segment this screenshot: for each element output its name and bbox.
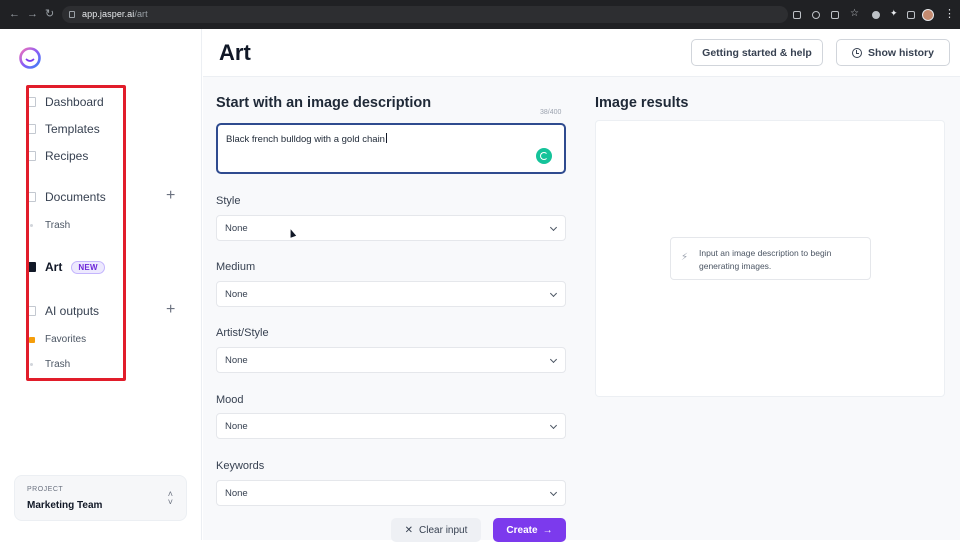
artist-style-label: Artist/Style (216, 327, 269, 339)
sidebar-item-label: AI outputs (45, 304, 100, 318)
sidebar-item-label: Dashboard (45, 95, 104, 109)
chevron-down-icon (549, 223, 558, 232)
clock-icon (852, 47, 863, 58)
arrow-right-icon: → (542, 524, 553, 536)
sidepanel-icon[interactable] (907, 11, 915, 19)
sidebar-item-art[interactable]: Art NEW (28, 260, 105, 274)
sidebar-item-outputs-trash[interactable]: Trash (28, 359, 70, 370)
image-icon (28, 262, 36, 272)
style-select[interactable]: None (216, 215, 566, 241)
sidebar-item-ai-outputs[interactable]: AI outputs (28, 304, 99, 318)
history-button-label: Show history (868, 46, 934, 59)
select-value: None (225, 421, 248, 432)
reload-icon[interactable]: ↻ (45, 8, 54, 20)
chevron-down-icon (549, 289, 558, 298)
sidebar-item-dashboard[interactable]: Dashboard (28, 95, 104, 109)
project-label: PROJECT (27, 486, 64, 493)
dot-icon (28, 222, 36, 230)
style-label: Style (216, 195, 241, 207)
main-content: Art Getting started & help Show history … (203, 29, 960, 542)
getting-started-help-button[interactable]: Getting started & help (691, 39, 823, 66)
show-history-button[interactable]: Show history (836, 39, 950, 66)
description-text: Black french bulldog with a gold chain (226, 133, 387, 145)
chevron-down-icon (549, 488, 558, 497)
zoom-icon[interactable] (812, 11, 820, 19)
sidebar-item-label: Documents (45, 190, 106, 204)
image-description-input[interactable]: Black french bulldog with a gold chain (216, 123, 566, 174)
arrow-left-icon[interactable]: ← (9, 8, 20, 20)
page-title: Art (219, 40, 251, 65)
create-button-label: Create (506, 524, 538, 536)
sidebar-item-label: Templates (45, 122, 100, 136)
character-counter: 38/400 (540, 109, 562, 116)
share-icon[interactable] (831, 11, 839, 19)
install-icon[interactable] (793, 11, 801, 19)
dot-icon (28, 361, 36, 369)
document-icon (28, 306, 36, 316)
sidebar-item-documents-trash[interactable]: Trash (28, 220, 70, 231)
sidebar-item-label: Recipes (45, 149, 89, 163)
document-icon (28, 192, 36, 202)
medium-label: Medium (216, 261, 256, 273)
profile-avatar[interactable] (922, 9, 934, 21)
grammarly-icon[interactable] (536, 148, 552, 164)
address-bar[interactable]: app.jasper.ai/art (62, 6, 788, 23)
sidebar-item-label: Favorites (45, 334, 87, 345)
select-value: None (225, 488, 248, 499)
sidebar-item-label: Trash (45, 359, 71, 370)
project-name: Marketing Team (27, 500, 103, 511)
clear-button-label: Clear input (419, 524, 468, 536)
bookmark-star-icon[interactable]: ☆ (850, 8, 859, 19)
sidebar-item-label: Trash (45, 220, 71, 231)
help-button-label: Getting started & help (702, 46, 812, 59)
arrow-right-icon[interactable]: → (27, 8, 38, 20)
sidebar-item-templates[interactable]: Templates (28, 122, 100, 136)
chevron-down-icon (549, 355, 558, 364)
clear-input-button[interactable]: ✕ Clear input (391, 518, 481, 542)
medium-select[interactable]: None (216, 281, 566, 307)
add-document-button[interactable]: + (166, 188, 175, 204)
browser-toolbar: ← → ↻ app.jasper.ai/art ☆ ✦ ⋮ (0, 0, 960, 29)
image-results-panel: ⚡ Input an image description to begin ge… (595, 120, 945, 397)
form-heading: Start with an image description (216, 95, 432, 111)
browser-menu-icon[interactable]: ⋮ (944, 8, 955, 20)
hint-text: Input an image description to begin gene… (699, 248, 832, 271)
jasper-logo[interactable] (18, 47, 42, 69)
extension-icon[interactable] (872, 11, 880, 19)
sidebar: Dashboard Templates Recipes Documents + … (0, 29, 202, 540)
url-text: app.jasper.ai/art (82, 9, 148, 19)
chevron-down-icon (549, 421, 558, 430)
image-results-heading: Image results (595, 95, 689, 111)
home-icon (28, 97, 36, 107)
sidebar-item-label: Art (45, 260, 63, 274)
sidebar-item-favorites[interactable]: Favorites (28, 334, 86, 345)
book-icon (28, 151, 36, 161)
create-button[interactable]: Create → (493, 518, 566, 542)
chevron-updown-icon: ˄ ˅ (167, 489, 173, 507)
empty-state-hint: ⚡ Input an image description to begin ge… (670, 237, 871, 280)
artist-style-select[interactable]: None (216, 347, 566, 373)
lock-icon (69, 11, 75, 18)
select-value: None (225, 223, 248, 234)
sidebar-item-recipes[interactable]: Recipes (28, 149, 88, 163)
close-icon: ✕ (404, 524, 414, 536)
keywords-select[interactable]: None (216, 480, 566, 506)
select-value: None (225, 289, 248, 300)
sidebar-item-documents[interactable]: Documents (28, 190, 106, 204)
puzzle-icon[interactable]: ✦ (890, 8, 898, 18)
grid-icon (28, 124, 36, 134)
new-badge: NEW (71, 260, 105, 274)
mood-select[interactable]: None (216, 413, 566, 439)
star-icon (29, 336, 35, 343)
mood-label: Mood (216, 394, 244, 406)
project-switcher[interactable]: PROJECT Marketing Team ˄ ˅ (14, 475, 187, 521)
add-output-button[interactable]: + (166, 302, 175, 318)
page-header: Art Getting started & help Show history (203, 29, 960, 77)
lightning-icon: ⚡ (681, 252, 689, 263)
keywords-label: Keywords (216, 460, 265, 472)
select-value: None (225, 355, 248, 366)
